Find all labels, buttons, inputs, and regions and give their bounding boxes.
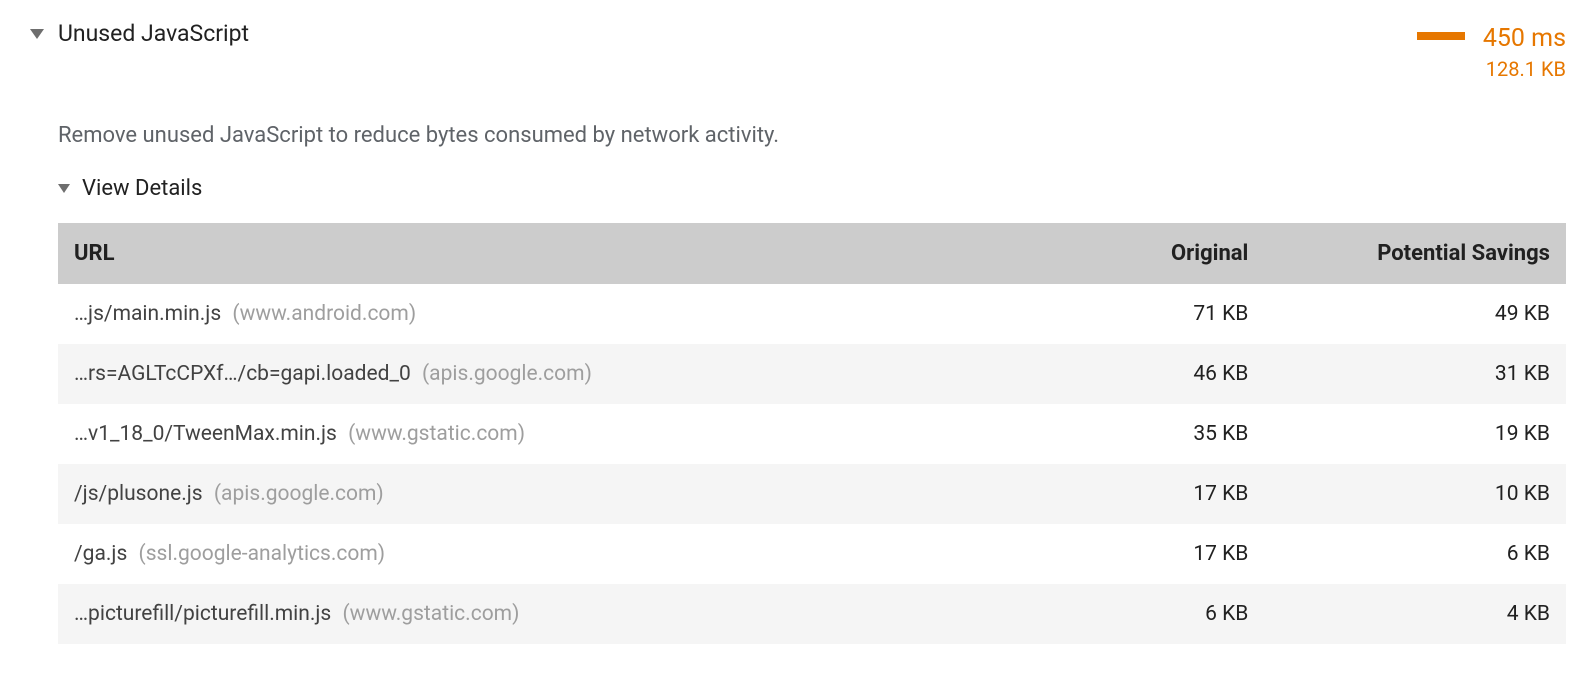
audit-title-block: Unused JavaScript	[58, 20, 1403, 47]
url-path: …picturefill/picturefill.min.js	[74, 602, 331, 626]
cell-savings: 49 KB	[1264, 284, 1566, 344]
cell-savings: 31 KB	[1264, 344, 1566, 404]
details-label: View Details	[82, 176, 202, 201]
cell-original: 46 KB	[1023, 344, 1264, 404]
url-path: /js/plusone.js	[74, 482, 203, 506]
cell-url[interactable]: …rs=AGLTcCPXf…/cb=gapi.loaded_0 (apis.go…	[58, 344, 1023, 404]
table-row: …v1_18_0/TweenMax.min.js (www.gstatic.co…	[58, 404, 1566, 464]
url-host: (www.android.com)	[232, 302, 416, 326]
metric-time: 450 ms	[1483, 22, 1566, 56]
table-row: …rs=AGLTcCPXf…/cb=gapi.loaded_0 (apis.go…	[58, 344, 1566, 404]
column-header-url[interactable]: URL	[58, 223, 1023, 284]
url-host: (www.gstatic.com)	[342, 602, 519, 626]
details-table: URL Original Potential Savings …js/main.…	[58, 223, 1566, 644]
cell-url[interactable]: /js/plusone.js (apis.google.com)	[58, 464, 1023, 524]
cell-url[interactable]: …picturefill/picturefill.min.js (www.gst…	[58, 584, 1023, 644]
metric-size: 128.1 KB	[1483, 56, 1566, 83]
url-host: (ssl.google-analytics.com)	[139, 542, 386, 566]
url-host: (apis.google.com)	[422, 362, 592, 386]
cell-original: 35 KB	[1023, 404, 1264, 464]
url-path: …js/main.min.js	[74, 302, 221, 326]
cell-url[interactable]: …v1_18_0/TweenMax.min.js (www.gstatic.co…	[58, 404, 1023, 464]
cell-savings: 4 KB	[1264, 584, 1566, 644]
cell-savings: 19 KB	[1264, 404, 1566, 464]
url-host: (apis.google.com)	[214, 482, 384, 506]
url-host: (www.gstatic.com)	[348, 422, 525, 446]
cell-url[interactable]: …js/main.min.js (www.android.com)	[58, 284, 1023, 344]
audit-title: Unused JavaScript	[58, 20, 1403, 47]
cell-url[interactable]: /ga.js (ssl.google-analytics.com)	[58, 524, 1023, 584]
cell-original: 6 KB	[1023, 584, 1264, 644]
table-row: /ga.js (ssl.google-analytics.com)17 KB6 …	[58, 524, 1566, 584]
url-path: …rs=AGLTcCPXf…/cb=gapi.loaded_0	[74, 362, 411, 386]
audit-metrics: 450 ms 128.1 KB	[1417, 22, 1566, 83]
table-row: …js/main.min.js (www.android.com)71 KB49…	[58, 284, 1566, 344]
table-row: …picturefill/picturefill.min.js (www.gst…	[58, 584, 1566, 644]
audit-body: Remove unused JavaScript to reduce bytes…	[58, 123, 1566, 644]
audit-header: Unused JavaScript 450 ms 128.1 KB	[30, 20, 1566, 83]
table-row: /js/plusone.js (apis.google.com)17 KB10 …	[58, 464, 1566, 524]
url-path: /ga.js	[74, 542, 127, 566]
metrics-text: 450 ms 128.1 KB	[1483, 22, 1566, 83]
score-bar	[1417, 32, 1465, 40]
cell-savings: 6 KB	[1264, 524, 1566, 584]
details-toggle[interactable]: View Details	[58, 176, 1566, 201]
url-path: …v1_18_0/TweenMax.min.js	[74, 422, 337, 446]
column-header-original[interactable]: Original	[1023, 223, 1264, 284]
table-header-row: URL Original Potential Savings	[58, 223, 1566, 284]
cell-original: 17 KB	[1023, 464, 1264, 524]
cell-original: 71 KB	[1023, 284, 1264, 344]
cell-original: 17 KB	[1023, 524, 1264, 584]
chevron-down-icon[interactable]	[30, 29, 44, 39]
cell-savings: 10 KB	[1264, 464, 1566, 524]
column-header-savings[interactable]: Potential Savings	[1264, 223, 1566, 284]
chevron-down-icon	[58, 184, 70, 193]
audit-description: Remove unused JavaScript to reduce bytes…	[58, 123, 1566, 148]
